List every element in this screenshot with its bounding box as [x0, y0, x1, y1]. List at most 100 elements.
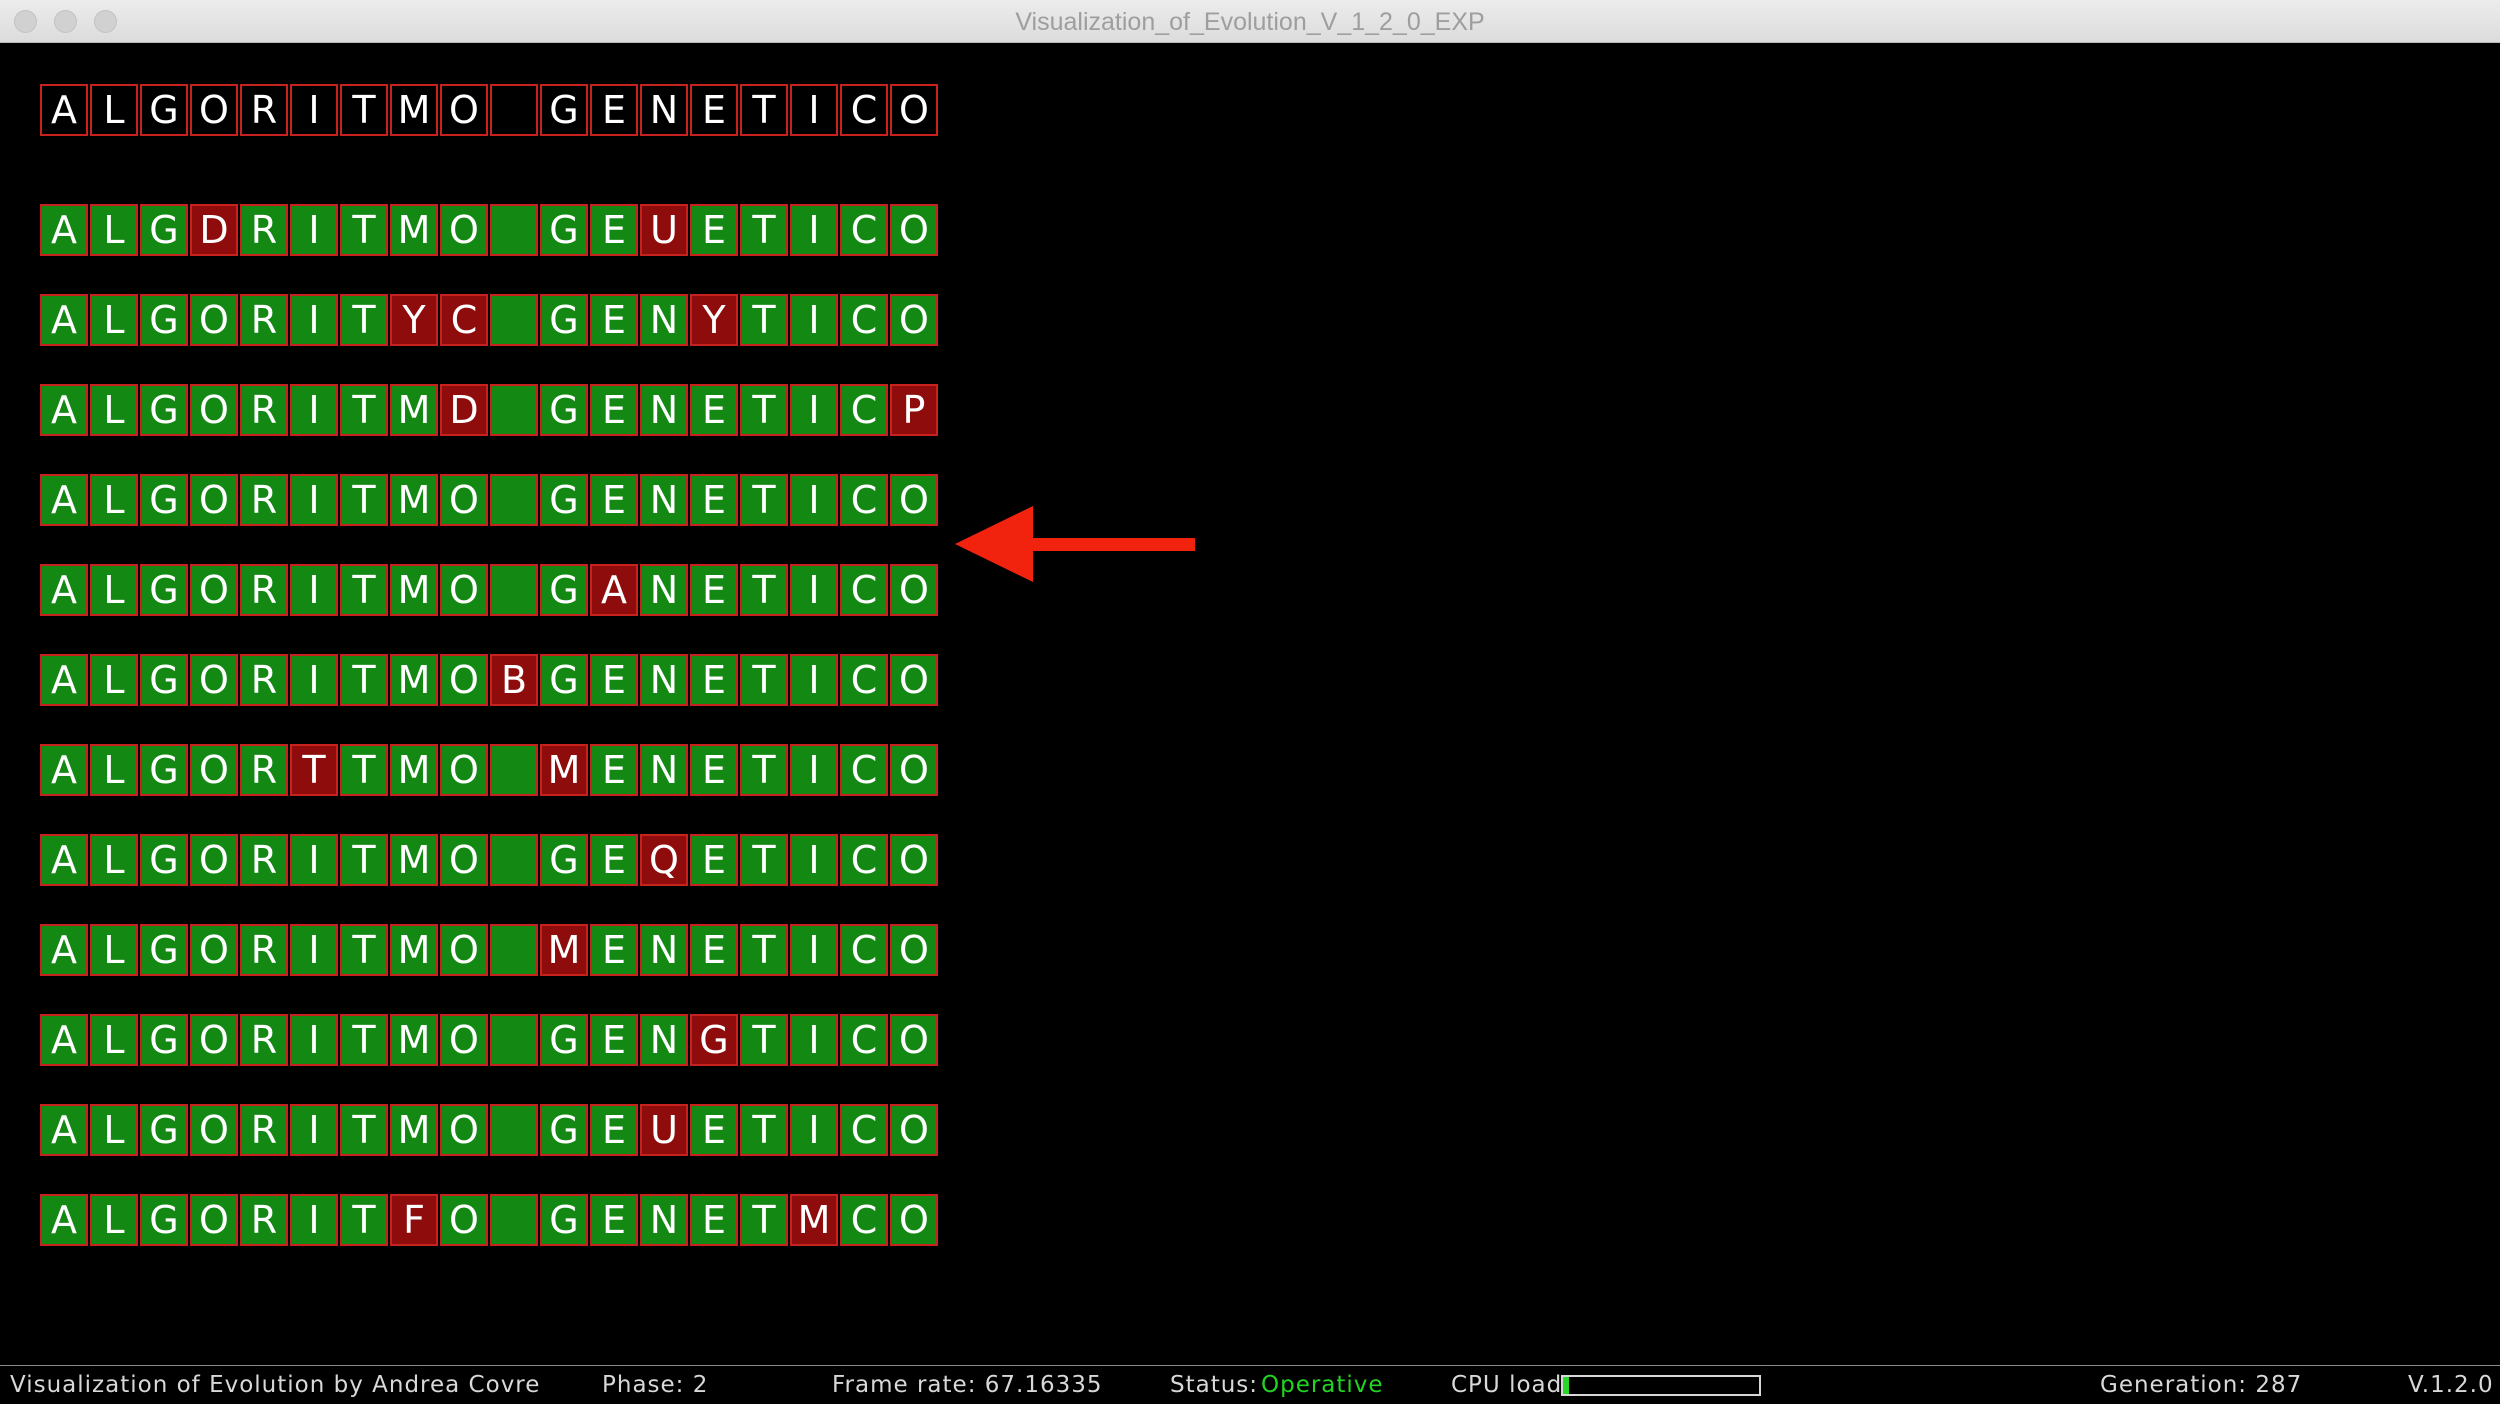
gene-cell-match: L [90, 744, 138, 796]
gene-cell-match: E [590, 474, 638, 526]
gene-cell-match: G [140, 564, 188, 616]
title-bar: Visualization_of_Evolution_V_1_2_0_EXP [0, 0, 2500, 43]
target-gene-cell: A [40, 84, 88, 136]
target-gene-cell: M [390, 84, 438, 136]
gene-cell-match: I [790, 294, 838, 346]
gene-cell-match: L [90, 654, 138, 706]
gene-cell-match: C [840, 1014, 888, 1066]
gene-cell-match: T [740, 1014, 788, 1066]
gene-cell-match: T [740, 924, 788, 976]
gene-cell-match: E [590, 384, 638, 436]
gene-cell-match: C [840, 474, 888, 526]
gene-cell-match: C [840, 924, 888, 976]
gene-cell-match: I [790, 1014, 838, 1066]
gene-cell-match: A [40, 1194, 88, 1246]
gene-cell-match: O [190, 474, 238, 526]
gene-cell-match: T [740, 474, 788, 526]
gene-cell-match [490, 564, 538, 616]
gene-cell-match: O [890, 744, 938, 796]
gene-cell-match: I [790, 834, 838, 886]
gene-cell-mismatch: U [640, 1104, 688, 1156]
generation-text: Generation: 287 [2100, 1372, 2303, 1398]
gene-cell-match: L [90, 294, 138, 346]
gene-cell-match: C [840, 1104, 888, 1156]
gene-cell-match: I [290, 1104, 338, 1156]
gene-cell-mismatch: D [190, 204, 238, 256]
gene-cell-match: I [290, 474, 338, 526]
gene-cell-match: E [590, 834, 638, 886]
population-row: ALGORITMD GENETICP [40, 384, 938, 436]
gene-cell-match: O [190, 834, 238, 886]
gene-cell-match: O [440, 1194, 488, 1246]
gene-cell-match: I [790, 744, 838, 796]
gene-cell-match: T [340, 654, 388, 706]
gene-cell-match: M [390, 384, 438, 436]
gene-cell-match: G [540, 294, 588, 346]
gene-cell-match: E [590, 204, 638, 256]
gene-cell-mismatch: G [690, 1014, 738, 1066]
target-gene-cell: R [240, 84, 288, 136]
gene-cell-mismatch: Q [640, 834, 688, 886]
gene-cell-match: T [740, 1104, 788, 1156]
gene-cell-match: N [640, 1014, 688, 1066]
gene-cell-match [490, 474, 538, 526]
gene-cell-match: M [390, 1104, 438, 1156]
gene-cell-match: R [240, 924, 288, 976]
gene-cell-match: G [140, 654, 188, 706]
population-row: ALGORITMO GANETICO [40, 564, 938, 616]
gene-cell-match: O [440, 1014, 488, 1066]
gene-cell-match: R [240, 744, 288, 796]
gene-cell-match: T [340, 564, 388, 616]
population-row: ALGORITFO GENETMCO [40, 1194, 938, 1246]
gene-cell-match: E [590, 1014, 638, 1066]
gene-cell-match: O [190, 1014, 238, 1066]
gene-cell-match: O [890, 1104, 938, 1156]
cpu-load-label: CPU load [1451, 1372, 1563, 1398]
gene-cell-match: O [890, 204, 938, 256]
gene-cell-match: E [690, 834, 738, 886]
gene-cell-match: I [790, 474, 838, 526]
target-gene-cell: C [840, 84, 888, 136]
gene-cell-match: O [890, 834, 938, 886]
gene-cell-match: R [240, 654, 288, 706]
gene-cell-match: A [40, 1014, 88, 1066]
population-row: ALGORITMO MENETICO [40, 924, 938, 976]
gene-cell-match: M [390, 654, 438, 706]
gene-cell-match: C [840, 834, 888, 886]
gene-cell-match: G [540, 384, 588, 436]
gene-cell-match: I [790, 564, 838, 616]
gene-cell-match: C [840, 744, 888, 796]
gene-cell-match: A [40, 924, 88, 976]
gene-cell-match [490, 924, 538, 976]
gene-cell-mismatch: Y [390, 294, 438, 346]
gene-cell-match: R [240, 1014, 288, 1066]
target-row: ALGORITMO GENETICO [40, 84, 938, 136]
gene-cell-match: T [340, 474, 388, 526]
version-text: V.1.2.0 [2408, 1372, 2494, 1398]
gene-cell-match: G [140, 474, 188, 526]
gene-cell-match: G [540, 834, 588, 886]
gene-cell-match: A [40, 834, 88, 886]
cpu-load-fill [1563, 1377, 1569, 1394]
gene-cell-match [490, 204, 538, 256]
gene-cell-match: T [740, 384, 788, 436]
gene-cell-mismatch: U [640, 204, 688, 256]
gene-cell-match: C [840, 294, 888, 346]
gene-cell-match: I [790, 1104, 838, 1156]
gene-cell-match: L [90, 1104, 138, 1156]
credit-text: Visualization of Evolution by Andrea Cov… [10, 1372, 541, 1398]
gene-cell-match: T [340, 294, 388, 346]
population-row: ALGORITMO GEUETICO [40, 1104, 938, 1156]
gene-cell-match: I [790, 654, 838, 706]
gene-cell-match: I [290, 1014, 338, 1066]
gene-cell-match: O [190, 384, 238, 436]
target-gene-cell: N [640, 84, 688, 136]
gene-cell-match: G [140, 204, 188, 256]
gene-cell-match: O [890, 654, 938, 706]
population-row: ALGORITMOBGENETICO [40, 654, 938, 706]
gene-cell-match: R [240, 294, 288, 346]
gene-cell-match: G [140, 1104, 188, 1156]
gene-cell-match: E [690, 1194, 738, 1246]
gene-cell-match: O [190, 1194, 238, 1246]
gene-cell-match: E [590, 294, 638, 346]
